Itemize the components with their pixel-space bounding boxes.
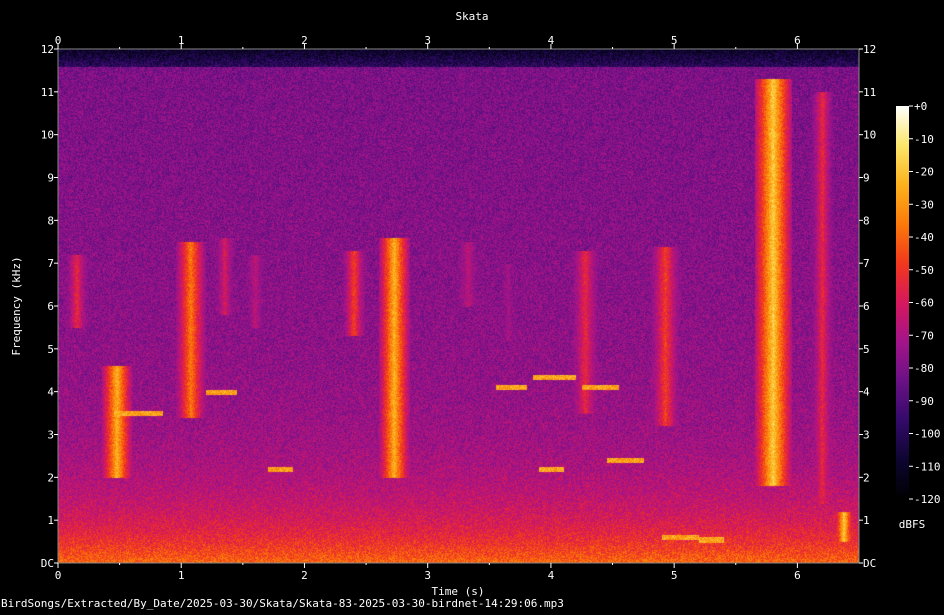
- x-tick-label-bottom: 5: [671, 569, 678, 582]
- x-tick-label-bottom: 1: [178, 569, 185, 582]
- y-tick-label-left: 1: [47, 514, 54, 527]
- y-tick-label-right: 6: [863, 300, 870, 313]
- y-tick-label-right: 4: [863, 386, 870, 399]
- colorbar-tick-label: -30: [914, 198, 934, 211]
- colorbar-tick-label: -10: [914, 133, 934, 146]
- colorbar-tick-label: -80: [914, 362, 934, 375]
- colorbar-tick-label: -40: [914, 231, 934, 244]
- y-tick-label-left: 2: [47, 471, 54, 484]
- x-tick-label-top: 5: [671, 34, 678, 47]
- x-tick-label-top: 1: [178, 34, 185, 47]
- y-tick-label-right: 12: [863, 43, 876, 56]
- y-tick-label-left: 10: [41, 129, 54, 142]
- colorbar-ticks: +0 -10 -20 -30 -40 -50 -60 -70 -80 -90 -100 -110 -12…: [909, 100, 941, 506]
- colorbar-tick-label: -90: [914, 395, 934, 408]
- y-tick-label-left: 12: [41, 43, 54, 56]
- x-tick-label-top: 2: [301, 34, 308, 47]
- file-path: BirdSongs/Extracted/By_Date/2025-03-30/S…: [1, 597, 564, 610]
- x-tick-label-top: 6: [794, 34, 801, 47]
- colorbar-tick-label: -60: [914, 297, 934, 310]
- spectrogram-figure: Skata 0123456 0123456 DC 1 2 3 4 5 6 7 8 9 10 11 12 …: [0, 0, 944, 611]
- x-tick-label-bottom: 4: [548, 569, 555, 582]
- colorbar-tick-label: -70: [914, 329, 934, 342]
- y-axis-label: Frequency (kHz): [10, 256, 23, 355]
- y-tick-label-right: 1: [863, 514, 870, 527]
- x-tick-label-bottom: 3: [424, 569, 431, 582]
- x-tick-label-top: 3: [424, 34, 431, 47]
- y-tick-label-right: 8: [863, 214, 870, 227]
- spectrogram-image: [58, 49, 859, 563]
- colorbar: [896, 106, 909, 499]
- y-axis-left: DC123456789101112: [41, 43, 58, 570]
- y-tick-label-left: 9: [47, 172, 54, 185]
- y-tick-label-right: 3: [863, 429, 870, 442]
- colorbar-tick-label: -120: [914, 493, 941, 506]
- x-tick-label-bottom: 6: [794, 569, 801, 582]
- y-tick-label-left: 5: [47, 343, 54, 356]
- x-tick-label-bottom: 2: [301, 569, 308, 582]
- y-tick-label-right: 5: [863, 343, 870, 356]
- y-tick-label-left: 8: [47, 214, 54, 227]
- y-tick-label-right: 9: [863, 172, 870, 185]
- colorbar-tick-label: +0: [914, 100, 927, 113]
- y-tick-label-right: 7: [863, 257, 870, 270]
- colorbar-tick-label: -50: [914, 264, 934, 277]
- y-tick-label-left: 3: [47, 429, 54, 442]
- colorbar-tick-label: -110: [914, 460, 941, 473]
- y-axis-right: DC123456789101112: [859, 43, 876, 570]
- spectrogram-plot-area: [58, 49, 859, 563]
- spectrogram-chart: Skata 0123456 0123456 DC123456789101112 …: [10, 10, 941, 598]
- colorbar-tick-label: -100: [914, 428, 941, 441]
- x-axis-top: 0 1 2 3 4 5 6: [55, 34, 801, 49]
- colorbar-gradient: [896, 106, 909, 499]
- x-tick-label-bottom: 0: [55, 569, 62, 582]
- y-tick-label-right: DC: [863, 557, 876, 570]
- x-tick-label-top: 0: [55, 34, 62, 47]
- y-tick-label-right: 11: [863, 86, 876, 99]
- x-axis-bottom: 0 1 2 3 4 5 6: [55, 563, 801, 582]
- y-tick-label-left: 11: [41, 86, 54, 99]
- colorbar-tick-label: -20: [914, 166, 934, 179]
- y-tick-label-right: 2: [863, 471, 870, 484]
- y-tick-label-left: 7: [47, 257, 54, 270]
- chart-title: Skata: [455, 10, 488, 23]
- y-tick-label-left: 4: [47, 386, 54, 399]
- y-tick-label-left: 6: [47, 300, 54, 313]
- y-tick-label-left: DC: [41, 557, 54, 570]
- y-tick-label-right: 10: [863, 129, 876, 142]
- x-tick-label-top: 4: [548, 34, 555, 47]
- colorbar-label: dBFS: [899, 518, 926, 531]
